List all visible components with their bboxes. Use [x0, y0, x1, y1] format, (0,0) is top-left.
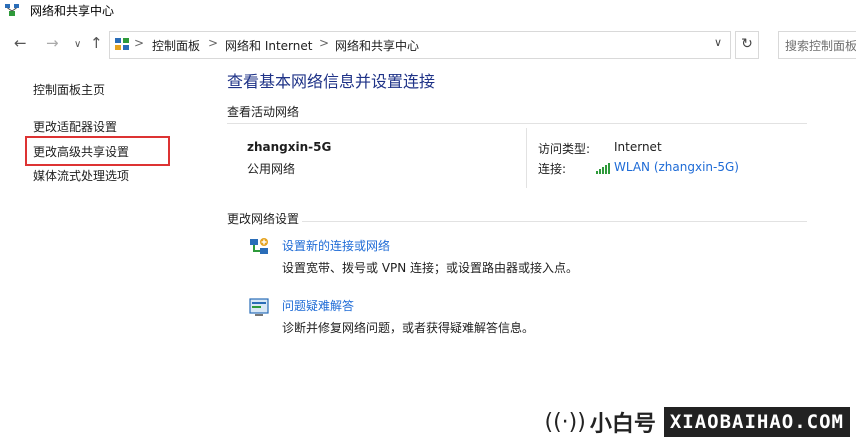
window-title: 网络和共享中心	[30, 4, 115, 18]
recent-locations-dropdown[interactable]: ∨	[74, 36, 81, 54]
network-name: zhangxin-5G	[247, 140, 332, 154]
address-dropdown-icon[interactable]: ∨	[714, 36, 722, 49]
up-button[interactable]: ↑	[90, 34, 103, 52]
divider	[227, 123, 807, 124]
troubleshoot-desc: 诊断并修复网络问题，或者获得疑难解答信息。	[282, 321, 535, 335]
connection-link[interactable]: WLAN (zhangxin-5G)	[614, 160, 739, 174]
connection-label: 连接:	[538, 162, 567, 176]
access-type-label: 访问类型:	[538, 142, 591, 156]
control-panel-icon	[115, 38, 129, 50]
highlight-annotation	[25, 136, 170, 166]
title-bar: 网络和共享中心	[0, 0, 856, 22]
broadcast-icon: ((·))	[544, 409, 586, 435]
setup-new-connection-desc: 设置宽带、拨号或 VPN 连接；或设置路由器或接入点。	[282, 261, 579, 275]
forward-button[interactable]: →	[46, 34, 59, 52]
troubleshoot-link[interactable]: 问题疑难解答	[282, 297, 354, 314]
sidebar-item-control-panel-home[interactable]: 控制面板主页	[33, 81, 105, 98]
network-sharing-icon	[5, 4, 19, 16]
wifi-signal-icon	[596, 163, 610, 174]
back-button[interactable]: ←	[14, 34, 27, 52]
change-settings-heading: 更改网络设置	[227, 212, 300, 226]
new-connection-icon	[250, 238, 268, 254]
sidebar-item-media-streaming[interactable]: 媒体流式处理选项	[33, 167, 129, 184]
page-title: 查看基本网络信息并设置连接	[227, 72, 436, 91]
search-placeholder: 搜索控制面板	[785, 39, 856, 53]
refresh-button[interactable]: ↻	[735, 31, 759, 59]
watermark-brand: 小白号	[589, 412, 656, 437]
active-networks-heading: 查看活动网络	[227, 105, 300, 119]
troubleshoot-icon	[249, 298, 269, 316]
access-type-value: Internet	[614, 140, 662, 154]
setup-new-connection-link[interactable]: 设置新的连接或网络	[282, 237, 390, 254]
breadcrumb-separator: >	[208, 36, 219, 50]
breadcrumb-control-panel[interactable]: 控制面板	[152, 37, 200, 54]
breadcrumb-separator: >	[134, 36, 145, 50]
search-input[interactable]: 搜索控制面板	[778, 31, 856, 59]
breadcrumb-network-internet[interactable]: 网络和 Internet	[225, 37, 312, 54]
breadcrumb-separator: >	[319, 36, 330, 50]
divider	[302, 221, 807, 222]
address-row: ← → ∨ ↑ > 控制面板 > 网络和 Internet > 网络和共享中心 …	[0, 28, 856, 60]
watermark-domain: XIAOBAIHAO.COM	[663, 407, 850, 437]
watermark: ((·)) 小白号 XIAOBAIHAO.COM	[544, 405, 850, 439]
address-bar[interactable]: > 控制面板 > 网络和 Internet > 网络和共享中心 ∨	[109, 31, 731, 59]
sidebar-item-change-adapter-settings[interactable]: 更改适配器设置	[33, 118, 117, 135]
divider	[526, 128, 527, 188]
network-type[interactable]: 公用网络	[247, 160, 295, 177]
breadcrumb-network-sharing[interactable]: 网络和共享中心	[335, 37, 419, 54]
